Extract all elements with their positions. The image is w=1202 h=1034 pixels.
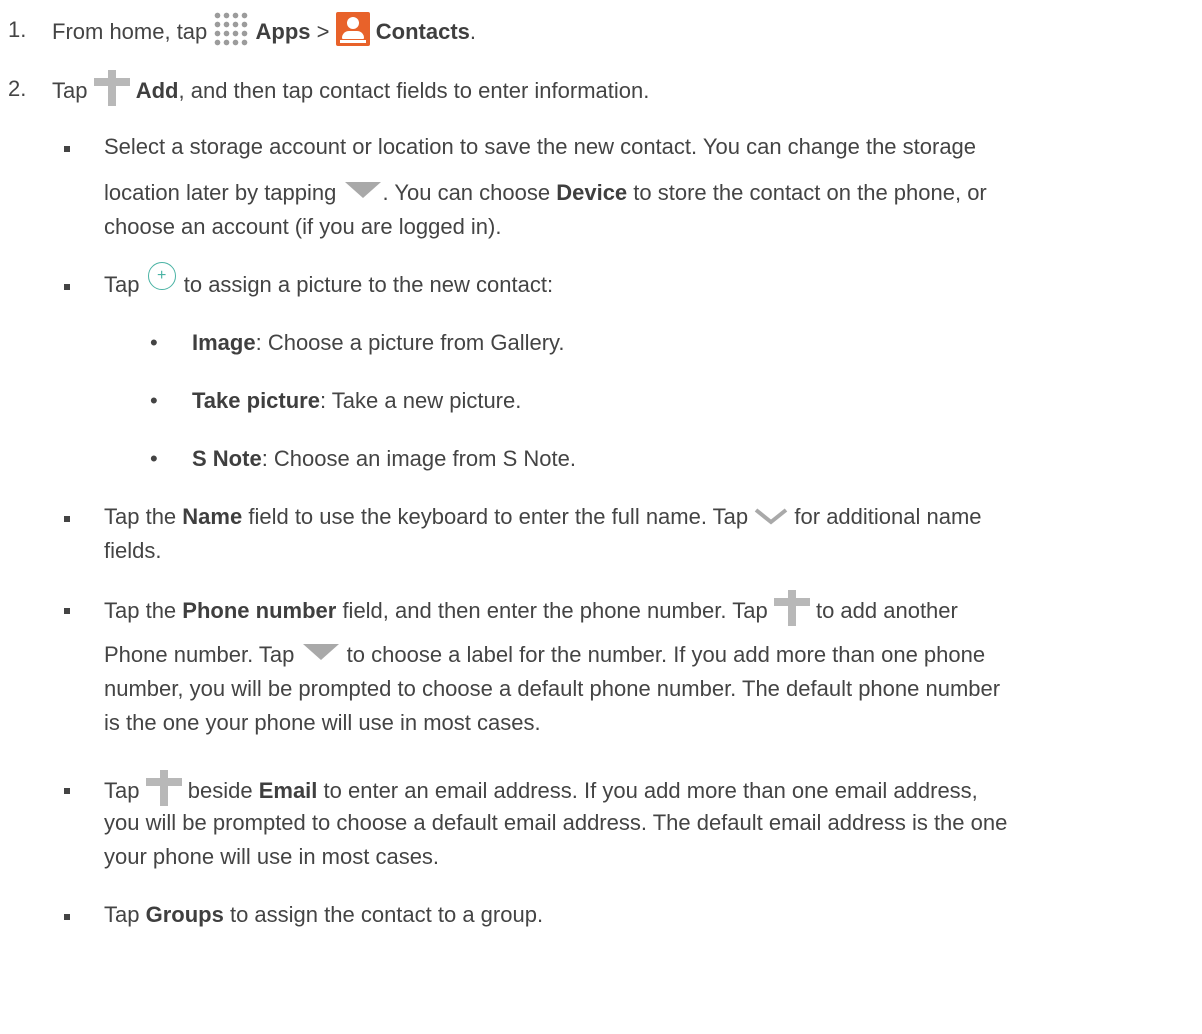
text: Tap xyxy=(104,272,140,297)
text: for additional name xyxy=(794,504,982,529)
contacts-icon xyxy=(335,12,370,46)
text: location later by tapping xyxy=(104,180,337,205)
text: Phone number. Tap xyxy=(104,642,295,667)
text: Tap xyxy=(104,777,140,803)
option-label: Image xyxy=(192,330,256,355)
paragraph-line: Select a storage account or location to … xyxy=(104,134,977,159)
bullet-marker xyxy=(64,914,70,920)
paragraph-line: you will be prompted to choose a default… xyxy=(104,810,1008,835)
text: to assign a picture to the new contact: xyxy=(183,272,554,297)
text: to choose a label for the number. If you… xyxy=(346,642,986,667)
device-label: Device xyxy=(556,180,628,205)
plus-icon xyxy=(93,70,130,106)
bullet-dot: • xyxy=(150,446,158,471)
text: to enter an email address. If you add mo… xyxy=(323,777,978,803)
bullet-dot: • xyxy=(150,330,158,355)
apps-label: Apps xyxy=(255,18,311,44)
text: to store the contact on the phone, or xyxy=(633,180,987,205)
circle-plus-icon: + xyxy=(147,262,176,291)
bullet-marker xyxy=(64,146,70,152)
text: beside xyxy=(187,777,253,803)
step-text: , and then tap contact fields to enter i… xyxy=(178,77,650,103)
period: . xyxy=(469,18,477,44)
text: to assign the contact to a group. xyxy=(229,902,544,927)
separator: > xyxy=(316,18,330,44)
dropdown-triangle-icon xyxy=(344,182,381,199)
bullet-dot: • xyxy=(150,388,158,413)
contacts-label: Contacts xyxy=(375,18,470,44)
chevron-down-icon xyxy=(755,508,788,525)
text: . You can choose xyxy=(382,180,551,205)
name-label: Name xyxy=(182,504,243,529)
text: Tap xyxy=(104,902,140,927)
text: to add another xyxy=(815,597,958,623)
step-text: From home, tap xyxy=(52,18,208,44)
text: Tap the xyxy=(104,504,177,529)
text: : Take a new picture. xyxy=(319,388,522,413)
email-label: Email xyxy=(258,777,318,803)
text: field, and then enter the phone number. … xyxy=(342,597,768,623)
groups-label: Groups xyxy=(145,902,224,927)
add-label: Add xyxy=(135,77,179,103)
text: field to use the keyboard to enter the f… xyxy=(248,504,749,529)
option-label: Take picture xyxy=(192,388,320,413)
text: Tap the xyxy=(104,597,177,623)
paragraph-line: number, you will be prompted to choose a… xyxy=(104,676,1001,701)
apps-grid-icon xyxy=(213,11,250,47)
step-number: 1. xyxy=(8,17,27,42)
bullet-marker xyxy=(64,284,70,290)
bullet-marker xyxy=(64,516,70,522)
dropdown-triangle-icon xyxy=(302,644,339,661)
paragraph-line: is the one your phone will use in most c… xyxy=(104,710,541,735)
plus-icon xyxy=(145,770,182,806)
step-number: 2. xyxy=(8,76,27,101)
phone-number-label: Phone number xyxy=(182,597,337,623)
plus-icon xyxy=(773,590,810,626)
text: : Choose an image from S Note. xyxy=(261,446,576,471)
bullet-marker xyxy=(64,788,70,794)
paragraph-line: choose an account (if you are logged in)… xyxy=(104,214,502,239)
text: : Choose a picture from Gallery. xyxy=(255,330,565,355)
bullet-marker xyxy=(64,608,70,614)
paragraph-line: fields. xyxy=(104,538,162,563)
paragraph-line: your phone will use in most cases. xyxy=(104,844,440,869)
option-label: S Note xyxy=(192,446,262,471)
step-text: Tap xyxy=(52,77,88,103)
